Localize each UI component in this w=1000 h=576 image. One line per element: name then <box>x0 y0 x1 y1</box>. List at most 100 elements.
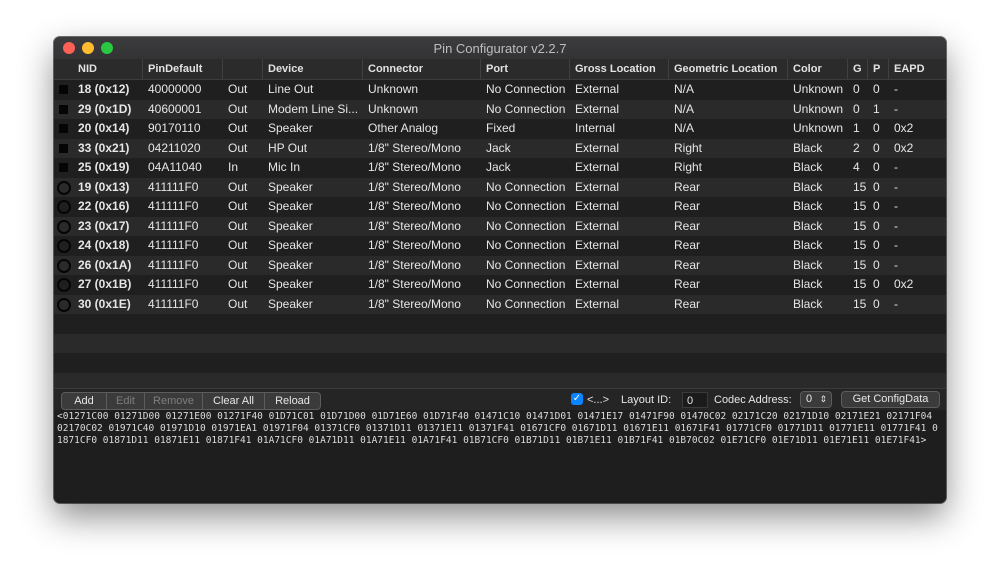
cell-device: HP Out <box>268 140 308 155</box>
cell-eapd: - <box>894 296 898 311</box>
show-all-checkbox[interactable]: ✓ <box>571 393 583 405</box>
table-row[interactable]: 26 (0x1A) 411111F0 Out Speaker 1/8" Stereo/M… <box>54 255 946 275</box>
table-row[interactable]: 29 (0x1D) 40600001 Out Modem Line Si... Unkn… <box>54 99 946 119</box>
cell-connector: 1/8" Stereo/Mono <box>368 296 461 311</box>
cell-geometric-location: N/A <box>674 82 695 96</box>
column-header-eapd[interactable]: EAPD <box>888 59 946 79</box>
add-button[interactable]: Add <box>62 393 106 409</box>
cell-direction: Out <box>228 179 248 194</box>
cell-g: 15 <box>853 238 867 252</box>
edit-button[interactable]: Edit <box>106 393 144 409</box>
cell-pin-default: 411111F0 <box>148 199 199 213</box>
column-header-g[interactable]: G <box>847 59 867 79</box>
column-header-color[interactable]: Color <box>787 59 847 79</box>
table-row[interactable]: 30 (0x1E) 411111F0 Out Speaker 1/8" Stereo/M… <box>54 294 946 314</box>
cell-direction: Out <box>228 238 248 252</box>
codec-address-value: 0 <box>806 393 813 405</box>
window-title: Pin Configurator v2.2.7 <box>433 41 567 56</box>
cell-g: 15 <box>853 277 867 291</box>
reload-button[interactable]: Reload <box>264 393 320 409</box>
cell-device: Speaker <box>268 121 313 135</box>
cell-pin-default: 411111F0 <box>148 238 199 252</box>
cell-nid: 29 (0x1D) <box>78 101 132 116</box>
cell-direction: Out <box>228 121 248 135</box>
empty-row <box>54 372 946 388</box>
table-row[interactable]: 24 (0x18) 411111F0 Out Speaker 1/8" Stereo/M… <box>54 236 946 256</box>
cell-port: No Connection <box>486 101 566 116</box>
cell-direction: Out <box>228 101 248 116</box>
cell-p: 0 <box>873 199 880 213</box>
cell-color: Unknown <box>793 101 844 116</box>
cell-p: 0 <box>873 121 880 135</box>
cell-color: Black <box>793 218 823 233</box>
cell-direction: Out <box>228 277 248 291</box>
cell-color: Unknown <box>793 82 844 96</box>
column-header-device[interactable]: Device <box>262 59 362 79</box>
column-header-port[interactable]: Port <box>480 59 569 79</box>
table-row[interactable]: 18 (0x12) 40000000 Out Line Out Unknown No Co… <box>54 80 946 100</box>
cell-connector: Unknown <box>368 82 419 96</box>
cell-g: 15 <box>853 179 867 194</box>
column-header-nid[interactable]: NID <box>54 59 142 79</box>
cell-pin-default: 411111F0 <box>148 296 199 311</box>
cell-port: Jack <box>486 140 511 155</box>
cell-pin-default: 411111F0 <box>148 179 199 194</box>
remove-button[interactable]: Remove <box>144 393 202 409</box>
cell-connector: Other Analog <box>368 121 439 135</box>
cell-pin-default: 411111F0 <box>148 257 199 272</box>
cell-port: No Connection <box>486 296 566 311</box>
column-header-p[interactable]: P <box>867 59 888 79</box>
cell-device: Speaker <box>268 277 313 291</box>
get-configdata-button[interactable]: Get ConfigData <box>841 391 940 408</box>
layout-id-input[interactable]: 0 <box>682 392 708 408</box>
cell-device: Mic In <box>268 160 301 174</box>
table-row[interactable]: 27 (0x1B) 411111F0 Out Speaker 1/8" Stereo/M… <box>54 275 946 295</box>
table-row[interactable]: 20 (0x14) 90170110 Out Speaker Other Analog F… <box>54 119 946 139</box>
cell-eapd: - <box>894 257 898 272</box>
cell-nid: 25 (0x19) <box>78 160 130 174</box>
codec-address-select[interactable]: 0 ⇕ <box>800 391 832 408</box>
cell-device: Speaker <box>268 257 313 272</box>
cell-g: 4 <box>853 160 860 174</box>
cell-g: 15 <box>853 199 867 213</box>
cell-nid: 24 (0x18) <box>78 238 130 252</box>
config-data-textarea[interactable]: <01271C00 01271D00 01271E00 01271F40 01D… <box>54 410 946 503</box>
clear-all-button[interactable]: Clear All <box>202 393 264 409</box>
cell-direction: Out <box>228 257 248 272</box>
cell-g: 0 <box>853 101 860 116</box>
cell-eapd: 0x2 <box>894 121 914 135</box>
cell-pin-default: 411111F0 <box>148 218 199 233</box>
empty-row <box>54 353 946 373</box>
cell-geometric-location: Rear <box>674 218 701 233</box>
column-header-connector[interactable]: Connector <box>362 59 480 79</box>
cell-eapd: 0x2 <box>894 277 914 291</box>
cell-p: 1 <box>873 101 880 116</box>
column-header-gross-location[interactable]: Gross Location <box>569 59 668 79</box>
table-row[interactable]: 23 (0x17) 411111F0 Out Speaker 1/8" Stereo/M… <box>54 216 946 236</box>
cell-pin-default: 04211020 <box>148 140 201 155</box>
action-button-group: Add Edit Remove Clear All Reload <box>61 392 321 410</box>
column-header-pin-default[interactable]: PinDefault <box>142 59 222 79</box>
cell-device: Speaker <box>268 199 313 213</box>
cell-p: 0 <box>873 140 880 155</box>
table-row[interactable]: 22 (0x16) 411111F0 Out Speaker 1/8" Stereo/M… <box>54 197 946 217</box>
codec-address-label: Codec Address: <box>714 394 792 406</box>
cell-geometric-location: Rear <box>674 199 701 213</box>
cell-geometric-location: Rear <box>674 257 701 272</box>
table-row[interactable]: 19 (0x13) 411111F0 Out Speaker 1/8" Stereo/M… <box>54 177 946 197</box>
table-row[interactable]: 33 (0x21) 04211020 Out HP Out 1/8" Stereo/Mo… <box>54 138 946 158</box>
column-header-geometric-location[interactable]: Geometric Location <box>668 59 787 79</box>
cell-p: 0 <box>873 218 880 233</box>
cell-direction: Out <box>228 199 248 213</box>
cell-color: Black <box>793 238 823 252</box>
cell-connector: 1/8" Stereo/Mono <box>368 140 461 155</box>
cell-port: No Connection <box>486 82 566 96</box>
column-header-direction[interactable] <box>222 59 262 79</box>
table-row[interactable]: 25 (0x19) 04A11040 In Mic In 1/8" Stereo/Mon… <box>54 158 946 178</box>
cell-color: Black <box>793 296 823 311</box>
cell-gross-location: External <box>575 140 620 155</box>
cell-connector: 1/8" Stereo/Mono <box>368 160 461 174</box>
cell-device: Line Out <box>268 82 314 96</box>
cell-color: Black <box>793 277 823 291</box>
cell-p: 0 <box>873 257 880 272</box>
